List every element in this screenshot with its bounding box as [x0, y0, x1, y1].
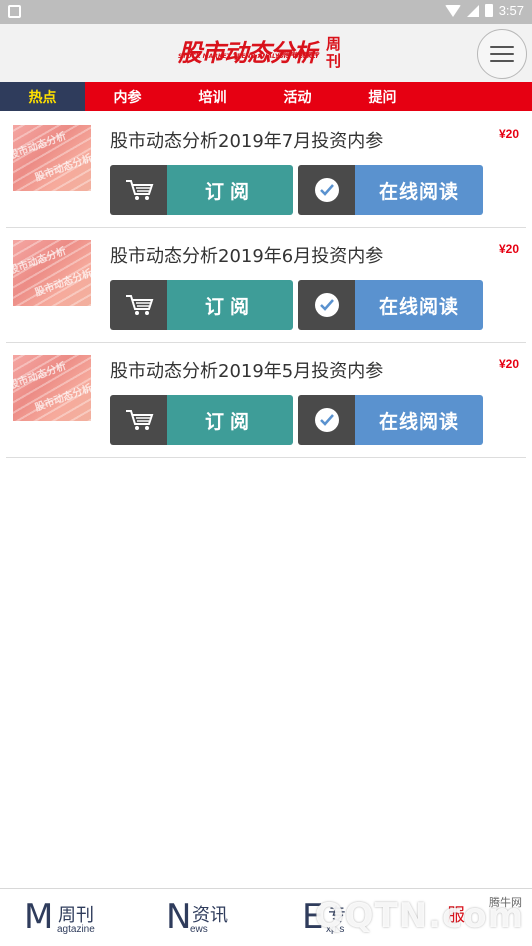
read-online-button[interactable]: 在线阅读: [298, 165, 483, 215]
check-icon: [298, 395, 355, 445]
issue-title[interactable]: 股市动态分析2019年6月投资内参: [110, 242, 383, 268]
status-bar: 3:57: [0, 0, 532, 24]
battery-icon: [484, 4, 493, 17]
cart-icon: [110, 165, 167, 215]
hamburger-menu-button[interactable]: [477, 29, 527, 79]
nav-magazine-initial: M: [24, 897, 54, 937]
issue-price: ¥20: [498, 357, 519, 371]
menu-line-icon: [490, 53, 514, 55]
logo-subtitle: STOCK MARKET TREND ANALYSIS WEEKLY: [178, 53, 319, 60]
site-watermark: 腾牛网 QQTN.com: [315, 894, 528, 944]
nav-news-en: ews: [190, 924, 208, 935]
category-tabs: 热点 内参 培训 活动 提问: [0, 82, 532, 111]
cart-icon: [110, 280, 167, 330]
read-online-button[interactable]: 在线阅读: [298, 280, 483, 330]
read-online-label: 在线阅读: [355, 395, 483, 445]
subscribe-label: 订阅: [167, 395, 293, 445]
nav-magazine[interactable]: M 周刊 agtazine: [0, 889, 133, 946]
issue-title[interactable]: 股市动态分析2019年5月投资内参: [110, 357, 383, 383]
subscribe-button[interactable]: 订阅: [110, 395, 293, 445]
issue-title[interactable]: 股市动态分析2019年7月投资内参: [110, 127, 383, 153]
nav-news-initial: N: [166, 897, 192, 937]
cart-icon: [110, 395, 167, 445]
issue-thumbnail[interactable]: 股市动态分析 股市动态分析: [13, 355, 91, 421]
issue-price: ¥20: [498, 242, 519, 256]
wifi-icon: [444, 4, 461, 17]
tab-questions[interactable]: 提问: [340, 82, 425, 111]
nav-magazine-en: agtazine: [57, 924, 95, 935]
menu-line-icon: [490, 46, 514, 48]
watermark-text: QQTN.com: [314, 896, 524, 936]
subscribe-button[interactable]: 订阅: [110, 280, 293, 330]
logo-title: 股市动态分析 证券投资者 投资理财专 STOCK MARKET TREND AN…: [178, 35, 319, 71]
notification-icon: [8, 5, 21, 18]
logo-weekly-1: 周: [326, 36, 342, 53]
check-icon: [298, 280, 355, 330]
app-header: 股市动态分析 证券投资者 投资理财专 STOCK MARKET TREND AN…: [0, 24, 532, 82]
status-time: 3:57: [498, 3, 524, 18]
tab-training[interactable]: 培训: [170, 82, 255, 111]
list-item: 股市动态分析 股市动态分析 股市动态分析2019年7月投资内参 ¥20 订阅 在…: [6, 113, 526, 228]
logo-weekly: 周 刊: [326, 36, 341, 70]
tab-hot[interactable]: 热点: [0, 82, 85, 111]
subscribe-button[interactable]: 订阅: [110, 165, 293, 215]
issue-thumbnail[interactable]: 股市动态分析 股市动态分析: [13, 240, 91, 306]
issue-thumbnail[interactable]: 股市动态分析 股市动态分析: [13, 125, 91, 191]
tab-events[interactable]: 活动: [255, 82, 340, 111]
nav-news[interactable]: N 资讯 ews: [133, 889, 266, 946]
signal-icon: [466, 4, 479, 17]
read-online-label: 在线阅读: [355, 165, 483, 215]
issue-price: ¥20: [498, 127, 519, 141]
subscribe-label: 订阅: [167, 280, 293, 330]
read-online-button[interactable]: 在线阅读: [298, 395, 483, 445]
check-icon: [298, 165, 355, 215]
subscribe-label: 订阅: [167, 165, 293, 215]
status-indicators: 3:57: [444, 3, 524, 18]
app-root: 3:57 股市动态分析 证券投资者 投资理财专 STOCK MARKET TRE…: [0, 0, 532, 946]
list-item: 股市动态分析 股市动态分析 股市动态分析2019年5月投资内参 ¥20 订阅 在…: [6, 343, 526, 458]
list-item: 股市动态分析 股市动态分析 股市动态分析2019年6月投资内参 ¥20 订阅 在…: [6, 228, 526, 343]
tab-insider[interactable]: 内参: [85, 82, 170, 111]
menu-line-icon: [490, 60, 514, 62]
read-online-label: 在线阅读: [355, 280, 483, 330]
logo-weekly-2: 刊: [326, 53, 342, 70]
brand-logo: 股市动态分析 证券投资者 投资理财专 STOCK MARKET TREND AN…: [178, 28, 341, 78]
magazine-list: 股市动态分析 股市动态分析 股市动态分析2019年7月投资内参 ¥20 订阅 在…: [6, 113, 526, 458]
